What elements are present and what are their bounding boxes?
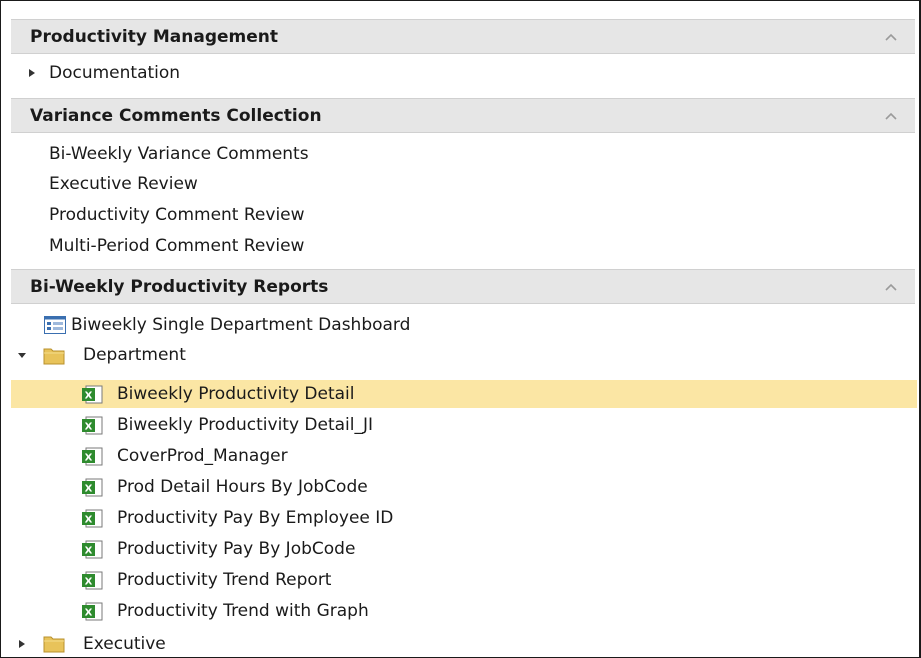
svg-text:X: X xyxy=(85,608,93,619)
svg-text:X: X xyxy=(85,391,93,402)
tree-item-documentation[interactable]: Documentation xyxy=(11,59,917,87)
link-bi-weekly-variance-comments[interactable]: Bi-Weekly Variance Comments xyxy=(49,140,309,168)
tree-item-biweekly-single-department-dashboard[interactable]: Biweekly Single Department Dashboard xyxy=(11,311,917,339)
tree-item-label: Prod Detail Hours By JobCode xyxy=(117,477,368,497)
section-title: Variance Comments Collection xyxy=(30,106,322,126)
section-header-bi-weekly-productivity-reports[interactable]: Bi-Weekly Productivity Reports xyxy=(11,269,915,304)
tree-item-label: Biweekly Productivity Detail_JI xyxy=(117,415,374,435)
tree-item-coverprod-manager[interactable]: X CoverProd_Manager xyxy=(11,442,917,470)
tree-item-label: Productivity Pay By Employee ID xyxy=(117,508,394,528)
folder-icon xyxy=(43,636,65,653)
excel-report-icon: X xyxy=(82,602,103,621)
svg-text:X: X xyxy=(85,422,93,433)
tree-item-label: Biweekly Productivity Detail xyxy=(117,384,355,404)
excel-report-icon: X xyxy=(82,571,103,590)
svg-text:X: X xyxy=(85,546,93,557)
excel-report-icon: X xyxy=(82,416,103,435)
chevron-up-icon[interactable] xyxy=(885,111,897,121)
tree-item-label: Productivity Pay By JobCode xyxy=(117,539,356,559)
excel-report-icon: X xyxy=(82,540,103,559)
navigation-panel: Productivity Management Documentation Va… xyxy=(0,0,921,658)
tree-item-biweekly-productivity-detail[interactable]: X Biweekly Productivity Detail xyxy=(11,380,917,408)
tree-folder-executive[interactable]: Executive xyxy=(11,628,917,656)
svg-text:X: X xyxy=(85,484,93,495)
dashboard-icon xyxy=(44,316,66,334)
section-title: Bi-Weekly Productivity Reports xyxy=(30,277,329,297)
chevron-up-icon[interactable] xyxy=(885,282,897,292)
excel-report-icon: X xyxy=(82,447,103,466)
section-header-productivity-management[interactable]: Productivity Management xyxy=(11,19,915,54)
link-productivity-comment-review[interactable]: Productivity Comment Review xyxy=(49,201,305,229)
svg-text:X: X xyxy=(85,515,93,526)
tree-item-label: Executive xyxy=(83,634,166,654)
excel-report-icon: X xyxy=(82,478,103,497)
svg-text:X: X xyxy=(85,453,93,464)
expand-arrow-icon[interactable] xyxy=(27,68,37,78)
excel-report-icon: X xyxy=(82,385,103,404)
tree-item-prod-detail-hours-by-jobcode[interactable]: X Prod Detail Hours By JobCode xyxy=(11,473,917,501)
tree-item-label: Productivity Trend with Graph xyxy=(117,601,369,621)
expand-arrow-icon[interactable] xyxy=(17,639,27,649)
excel-report-icon: X xyxy=(82,509,103,528)
folder-icon xyxy=(43,348,65,365)
link-multi-period-comment-review[interactable]: Multi-Period Comment Review xyxy=(49,232,304,260)
tree-item-label: CoverProd_Manager xyxy=(117,446,288,466)
tree-item-productivity-pay-by-employee-id[interactable]: X Productivity Pay By Employee ID xyxy=(11,504,917,532)
tree-item-productivity-trend-report[interactable]: X Productivity Trend Report xyxy=(11,566,917,594)
link-executive-review[interactable]: Executive Review xyxy=(49,170,198,198)
tree-folder-department[interactable]: Department xyxy=(11,341,917,369)
tree-item-label: Biweekly Single Department Dashboard xyxy=(71,315,411,335)
expanded-arrow-icon[interactable] xyxy=(17,350,27,360)
section-header-variance-comments-collection[interactable]: Variance Comments Collection xyxy=(11,98,915,133)
tree-item-label: Department xyxy=(83,345,186,365)
tree-item-productivity-pay-by-jobcode[interactable]: X Productivity Pay By JobCode xyxy=(11,535,917,563)
tree-item-productivity-trend-with-graph[interactable]: X Productivity Trend with Graph xyxy=(11,597,917,625)
chevron-up-icon[interactable] xyxy=(885,32,897,42)
svg-text:X: X xyxy=(85,577,93,588)
section-title: Productivity Management xyxy=(30,27,278,47)
tree-item-label: Documentation xyxy=(49,63,181,83)
tree-item-label: Productivity Trend Report xyxy=(117,570,332,590)
tree-item-biweekly-productivity-detail-ji[interactable]: X Biweekly Productivity Detail_JI xyxy=(11,411,917,439)
